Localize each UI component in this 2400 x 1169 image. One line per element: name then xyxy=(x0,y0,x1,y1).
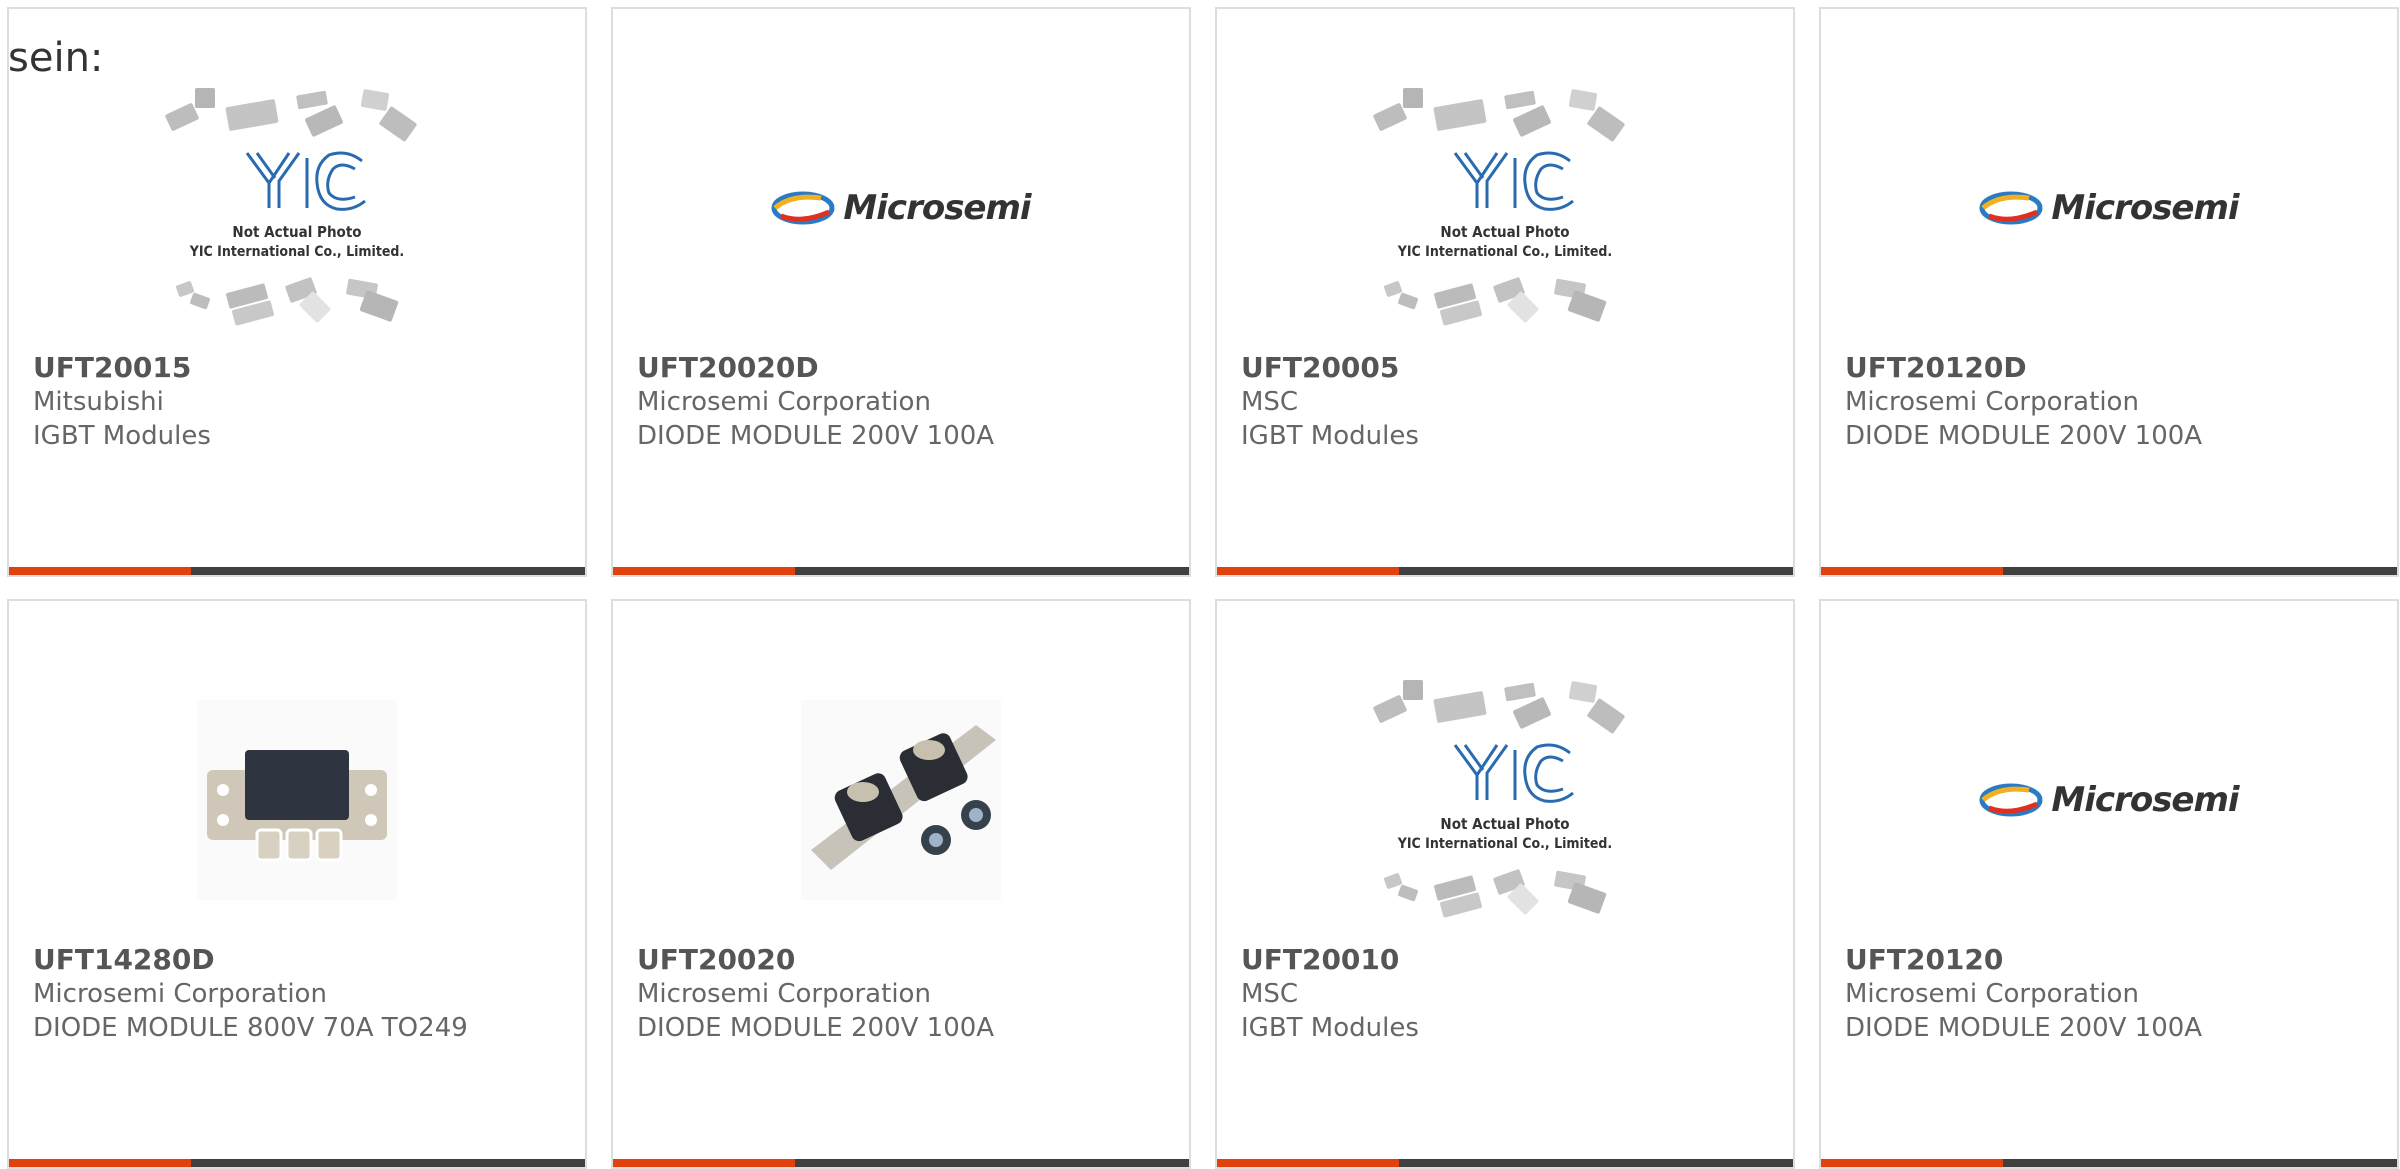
product-card[interactable]: Not Actual Photo YIC International Co., … xyxy=(7,7,587,577)
card-bottom-bar xyxy=(1217,1159,1793,1167)
svg-text:Not Actual Photo: Not Actual Photo xyxy=(1440,223,1569,241)
manufacturer: Microsemi Corporation xyxy=(1845,387,2139,417)
product-description: DIODE MODULE 200V 100A xyxy=(637,1013,995,1043)
card-accent-bar xyxy=(613,1159,795,1167)
product-description: DIODE MODULE 200V 100A xyxy=(1845,421,2203,451)
manufacturer: Microsemi Corporation xyxy=(33,979,327,1009)
manufacturer: MSC xyxy=(1241,387,1299,417)
microsemi-swirl-icon xyxy=(771,191,835,225)
card-bottom-bar xyxy=(613,567,1189,575)
product-info: UFT20020D Microsemi Corporation DIODE MO… xyxy=(637,351,1179,453)
card-accent-bar xyxy=(613,567,795,575)
product-card[interactable]: Not Actual Photo YIC International Co., … xyxy=(1215,599,1795,1169)
product-image[interactable]: Microsemi xyxy=(613,63,1189,353)
product-image[interactable]: Microsemi xyxy=(1821,63,2397,353)
part-number[interactable]: UFT20020 xyxy=(637,943,1179,977)
diode-module-photo xyxy=(197,700,397,900)
product-description: IGBT Modules xyxy=(1241,421,1419,451)
svg-text:YIC International Co., Limited: YIC International Co., Limited. xyxy=(189,244,404,260)
product-description: DIODE MODULE 200V 100A xyxy=(637,421,995,451)
product-description: DIODE MODULE 800V 70A TO249 xyxy=(33,1013,468,1043)
card-accent-bar xyxy=(9,567,191,575)
svg-text:Not Actual Photo: Not Actual Photo xyxy=(232,223,361,241)
yic-placeholder-icon: Not Actual Photo YIC International Co., … xyxy=(165,88,417,326)
product-info: UFT20015 Mitsubishi IGBT Modules xyxy=(33,351,575,453)
card-bottom-bar xyxy=(1821,567,2397,575)
product-image[interactable]: Not Actual Photo YIC International Co., … xyxy=(1217,63,1793,353)
intro-text: sein: xyxy=(8,35,104,81)
card-bottom-bar xyxy=(9,1159,585,1167)
manufacturer: MSC xyxy=(1241,979,1299,1009)
card-accent-bar xyxy=(9,1159,191,1167)
product-description: IGBT Modules xyxy=(33,421,211,451)
product-description: DIODE MODULE 200V 100A xyxy=(1845,1013,2203,1043)
card-accent-bar xyxy=(1217,1159,1399,1167)
product-info: UFT14280D Microsemi Corporation DIODE MO… xyxy=(33,943,575,1045)
product-grid: Not Actual Photo YIC International Co., … xyxy=(7,7,2399,1169)
manufacturer: Mitsubishi xyxy=(33,387,164,417)
product-info: UFT20005 MSC IGBT Modules xyxy=(1241,351,1783,453)
card-accent-bar xyxy=(1217,567,1399,575)
product-card[interactable]: Microsemi UFT20120D Microsemi Corporatio… xyxy=(1819,7,2399,577)
yic-placeholder-icon: Not Actual Photo YIC International Co., … xyxy=(1373,680,1625,918)
part-number[interactable]: UFT20015 xyxy=(33,351,575,385)
product-card[interactable]: UFT20020 Microsemi Corporation DIODE MOD… xyxy=(611,599,1191,1169)
product-card[interactable]: Microsemi UFT20120 Microsemi Corporation… xyxy=(1819,599,2399,1169)
product-info: UFT20020 Microsemi Corporation DIODE MOD… xyxy=(637,943,1179,1045)
part-number[interactable]: UFT20010 xyxy=(1241,943,1783,977)
product-image[interactable] xyxy=(613,655,1189,945)
product-info: UFT20120 Microsemi Corporation DIODE MOD… xyxy=(1845,943,2387,1045)
svg-text:YIC International Co., Limited: YIC International Co., Limited. xyxy=(1397,836,1612,852)
part-number[interactable]: UFT20005 xyxy=(1241,351,1783,385)
part-number[interactable]: UFT20020D xyxy=(637,351,1179,385)
manufacturer: Microsemi Corporation xyxy=(637,387,931,417)
product-info: UFT20120D Microsemi Corporation DIODE MO… xyxy=(1845,351,2387,453)
product-description: IGBT Modules xyxy=(1241,1013,1419,1043)
microsemi-swirl-icon xyxy=(1979,191,2043,225)
microsemi-logo: Microsemi xyxy=(1979,188,2240,228)
product-info: UFT20010 MSC IGBT Modules xyxy=(1241,943,1783,1045)
card-bottom-bar xyxy=(1217,567,1793,575)
part-number[interactable]: UFT20120 xyxy=(1845,943,2387,977)
diode-pair-photo xyxy=(801,700,1001,900)
product-image[interactable]: Not Actual Photo YIC International Co., … xyxy=(9,63,585,353)
card-bottom-bar xyxy=(613,1159,1189,1167)
microsemi-logo: Microsemi xyxy=(1979,780,2240,820)
product-image[interactable]: Not Actual Photo YIC International Co., … xyxy=(1217,655,1793,945)
product-image[interactable] xyxy=(9,655,585,945)
svg-text:YIC International Co., Limited: YIC International Co., Limited. xyxy=(1397,244,1612,260)
product-card[interactable]: UFT14280D Microsemi Corporation DIODE MO… xyxy=(7,599,587,1169)
yic-placeholder-icon: Not Actual Photo YIC International Co., … xyxy=(1373,88,1625,326)
card-accent-bar xyxy=(1821,1159,2003,1167)
card-bottom-bar xyxy=(1821,1159,2397,1167)
part-number[interactable]: UFT14280D xyxy=(33,943,575,977)
card-bottom-bar xyxy=(9,567,585,575)
part-number[interactable]: UFT20120D xyxy=(1845,351,2387,385)
manufacturer: Microsemi Corporation xyxy=(637,979,931,1009)
manufacturer: Microsemi Corporation xyxy=(1845,979,2139,1009)
microsemi-logo: Microsemi xyxy=(771,188,1032,228)
microsemi-swirl-icon xyxy=(1979,783,2043,817)
product-image[interactable]: Microsemi xyxy=(1821,655,2397,945)
product-card[interactable]: Microsemi UFT20020D Microsemi Corporatio… xyxy=(611,7,1191,577)
product-card[interactable]: Not Actual Photo YIC International Co., … xyxy=(1215,7,1795,577)
card-accent-bar xyxy=(1821,567,2003,575)
svg-text:Not Actual Photo: Not Actual Photo xyxy=(1440,815,1569,833)
